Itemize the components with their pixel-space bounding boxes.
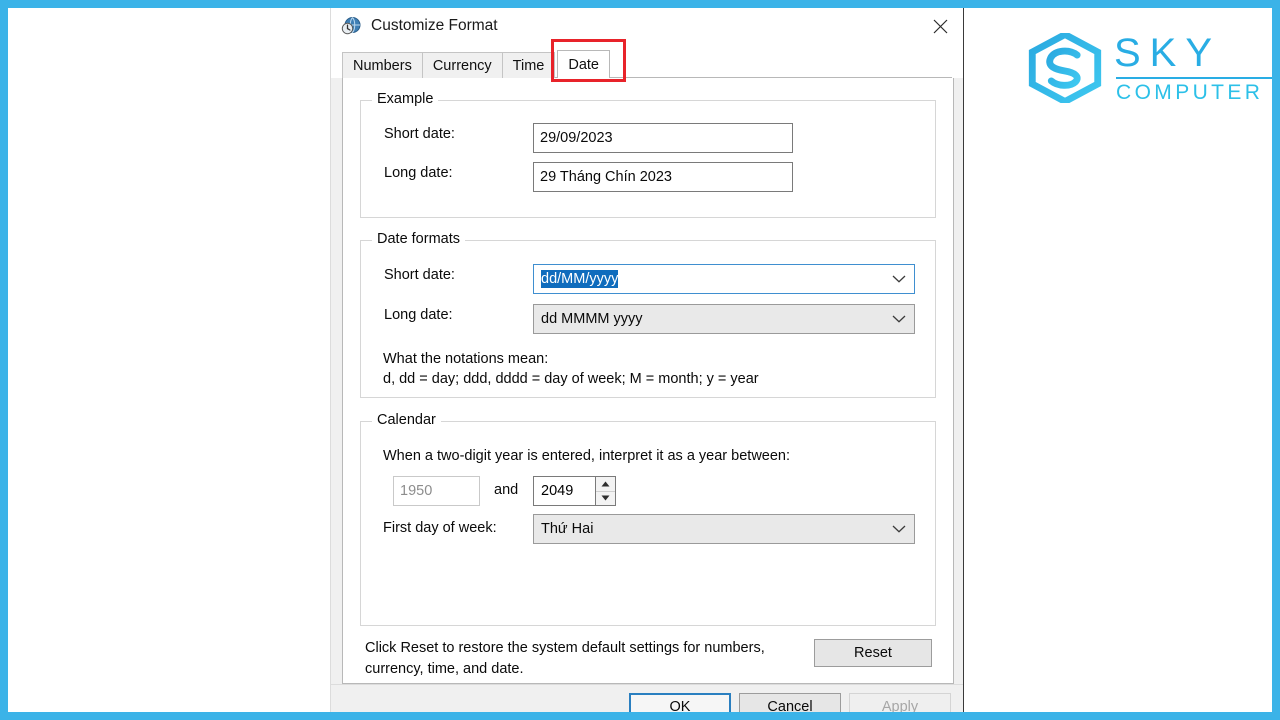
and-label: and bbox=[494, 482, 519, 498]
cancel-button[interactable]: Cancel bbox=[739, 693, 841, 712]
tab-date[interactable]: Date bbox=[557, 50, 610, 78]
tab-time[interactable]: Time bbox=[501, 52, 556, 78]
dialog-title: Customize Format bbox=[371, 17, 498, 34]
tab-date-container: Date bbox=[551, 39, 627, 82]
tab-numbers-label: Numbers bbox=[353, 57, 412, 74]
reset-button[interactable]: Reset bbox=[814, 639, 932, 667]
chevron-down-icon bbox=[892, 525, 906, 533]
first-day-of-week-value: Thứ Hai bbox=[541, 521, 594, 537]
tab-strip: Numbers Currency Time Date bbox=[331, 39, 963, 82]
example-short-date-row: Short date: bbox=[384, 126, 529, 142]
short-date-format-value: dd/MM/yyyy bbox=[541, 270, 619, 288]
logo-brand-bottom: COMPUTER bbox=[1116, 81, 1264, 104]
tab-numbers[interactable]: Numbers bbox=[342, 52, 423, 78]
date-formats-group-title: Date formats bbox=[372, 231, 465, 247]
example-short-date-label: Short date: bbox=[384, 126, 455, 142]
triangle-down-icon bbox=[601, 495, 610, 501]
tab-currency-label: Currency bbox=[432, 57, 492, 74]
tab-date-label: Date bbox=[568, 56, 599, 73]
apply-button: Apply bbox=[849, 693, 951, 712]
first-day-of-week-combobox[interactable]: Thứ Hai bbox=[533, 514, 915, 544]
spinner-buttons bbox=[595, 476, 616, 506]
sky-computer-logo: SKY COMPUTER bbox=[1026, 26, 1272, 110]
reset-button-label: Reset bbox=[854, 645, 892, 661]
close-glyph bbox=[933, 19, 947, 33]
region-globe-clock-icon bbox=[341, 17, 361, 35]
year-to-spinner[interactable]: 2049 bbox=[533, 476, 616, 506]
short-date-format-row: Short date: bbox=[384, 267, 529, 283]
sky-logo-hexagon-icon bbox=[1028, 33, 1102, 103]
screenshot-frame: SKY COMPUTER Customize Format Numbers Cu… bbox=[0, 0, 1280, 720]
example-long-date-value: 29 Tháng Chín 2023 bbox=[533, 162, 793, 192]
year-from-field[interactable]: 1950 bbox=[393, 476, 480, 506]
dialog-footer: OK Cancel Apply bbox=[331, 684, 963, 712]
chevron-down-icon bbox=[892, 315, 906, 323]
tab-time-label: Time bbox=[512, 57, 545, 74]
two-digit-year-label: When a two-digit year is entered, interp… bbox=[383, 448, 791, 464]
first-day-of-week-label: First day of week: bbox=[383, 520, 497, 536]
date-tab-page: Example Short date: 29/09/2023 Long date… bbox=[342, 78, 954, 684]
year-from-value: 1950 bbox=[400, 483, 433, 499]
tab-currency[interactable]: Currency bbox=[421, 52, 503, 78]
long-date-format-label: Long date: bbox=[384, 307, 453, 323]
short-date-format-combobox[interactable]: dd/MM/yyyy bbox=[533, 264, 915, 294]
example-group-title: Example bbox=[372, 91, 439, 107]
long-date-format-row: Long date: bbox=[384, 307, 529, 323]
notations-line: d, dd = day; ddd, dddd = day of week; M … bbox=[383, 371, 759, 387]
example-short-date-value: 29/09/2023 bbox=[533, 123, 793, 153]
dialog-titlebar: Customize Format bbox=[331, 8, 963, 44]
page-canvas: SKY COMPUTER Customize Format Numbers Cu… bbox=[8, 8, 1272, 712]
example-short-date-text: 29/09/2023 bbox=[540, 130, 613, 146]
cancel-button-label: Cancel bbox=[767, 699, 813, 712]
triangle-up-icon bbox=[601, 481, 610, 487]
example-long-date-label: Long date: bbox=[384, 165, 453, 181]
year-to-field[interactable]: 2049 bbox=[533, 476, 595, 506]
notations-heading: What the notations mean: bbox=[383, 351, 549, 367]
calendar-group-title: Calendar bbox=[372, 412, 441, 428]
logo-wordmark: SKY COMPUTER bbox=[1114, 33, 1272, 103]
long-date-format-combobox[interactable]: dd MMMM yyyy bbox=[533, 304, 915, 334]
logo-divider bbox=[1116, 77, 1272, 79]
short-date-format-label: Short date: bbox=[384, 267, 455, 283]
example-long-date-text: 29 Tháng Chín 2023 bbox=[540, 169, 672, 185]
reset-description: Click Reset to restore the system defaul… bbox=[365, 640, 765, 677]
notations-explanation: What the notations mean: d, dd = day; dd… bbox=[383, 349, 923, 389]
ok-button-label: OK bbox=[669, 699, 691, 712]
spinner-down-button[interactable] bbox=[596, 490, 615, 505]
logo-brand-top: SKY bbox=[1114, 31, 1222, 75]
spinner-up-button[interactable] bbox=[596, 477, 615, 491]
date-formats-group: Date formats Short date: dd/MM/yyyy Long… bbox=[360, 231, 936, 398]
example-long-date-row: Long date: bbox=[384, 165, 529, 181]
calendar-group: Calendar When a two-digit year is entere… bbox=[360, 412, 936, 626]
apply-button-label: Apply bbox=[881, 699, 919, 712]
close-icon[interactable] bbox=[917, 8, 963, 44]
year-to-value: 2049 bbox=[541, 483, 574, 499]
long-date-format-value: dd MMMM yyyy bbox=[541, 311, 643, 327]
ok-button[interactable]: OK bbox=[629, 693, 731, 712]
chevron-down-icon bbox=[892, 275, 906, 283]
customize-format-dialog: Customize Format Numbers Currency Time D… bbox=[330, 8, 964, 712]
example-group: Example Short date: 29/09/2023 Long date… bbox=[360, 91, 936, 218]
